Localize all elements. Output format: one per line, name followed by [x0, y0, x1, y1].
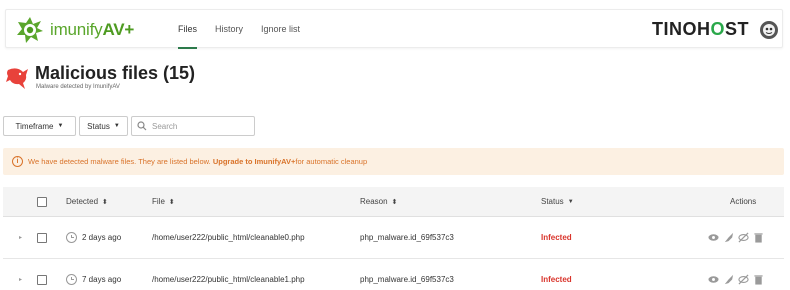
- main-nav: Files History Ignore list: [178, 10, 318, 49]
- reason: php_malware.id_69f537c3: [360, 233, 454, 242]
- caret-down-icon: ▼: [113, 123, 120, 129]
- clock-icon: [66, 232, 77, 243]
- status-label: Status: [87, 121, 110, 131]
- table-header: Detected ⬍ File ⬍ Reason ⬍ Status ▼ Actions: [3, 187, 784, 217]
- column-detected[interactable]: Detected ⬍: [66, 187, 108, 216]
- expand-row-icon[interactable]: ▸: [19, 234, 22, 241]
- imunify-logo-icon: [17, 17, 43, 43]
- expand-row-icon[interactable]: ▸: [19, 276, 22, 283]
- column-status[interactable]: Status ▼: [541, 187, 574, 216]
- column-file[interactable]: File ⬍: [152, 187, 175, 216]
- cleanup-icon[interactable]: [723, 274, 734, 285]
- user-avatar-icon[interactable]: [759, 20, 779, 40]
- reason: php_malware.id_69f537c3: [360, 275, 454, 284]
- tab-files[interactable]: Files: [178, 10, 198, 49]
- caret-down-icon: ▼: [57, 123, 64, 129]
- timeframe-label: Timeframe: [15, 121, 54, 131]
- page-title: Malicious files (15): [35, 63, 196, 83]
- sort-icon: ⬍: [168, 198, 175, 206]
- detected-time: 2 days ago: [82, 233, 122, 242]
- alert-suffix: for automatic cleanup: [295, 157, 368, 166]
- info-icon: i: [12, 156, 23, 167]
- clock-icon: [66, 274, 77, 285]
- tab-ignore-list[interactable]: Ignore list: [261, 10, 300, 49]
- column-reason[interactable]: Reason ⬍: [360, 187, 397, 216]
- status-badge: Infected: [541, 233, 572, 242]
- page-subtitle: Malware detected by ImunifyAV: [36, 84, 120, 90]
- sort-icon: ⬍: [391, 198, 398, 206]
- table-row[interactable]: ▸ 7 days ago /home/user222/public_html/c…: [3, 259, 784, 290]
- column-actions: Actions: [730, 197, 757, 206]
- ignore-icon[interactable]: [738, 274, 749, 285]
- row-checkbox[interactable]: [37, 232, 47, 243]
- search-icon: [137, 121, 147, 131]
- sort-icon: ⬍: [102, 198, 108, 206]
- delete-icon[interactable]: [753, 232, 764, 243]
- delete-icon[interactable]: [753, 274, 764, 285]
- search-field[interactable]: [131, 116, 255, 136]
- app-logo[interactable]: imunifyAV+: [16, 16, 134, 44]
- malicious-files-table: Detected ⬍ File ⬍ Reason ⬍ Status ▼ Actions …: [3, 187, 784, 290]
- malware-shark-icon: [6, 68, 28, 89]
- view-icon[interactable]: [708, 274, 719, 285]
- malware-alert-banner: i We have detected malware files. They a…: [3, 148, 784, 175]
- row-checkbox[interactable]: [37, 274, 47, 285]
- file-path: /home/user222/public_html/cleanable0.php: [152, 233, 305, 242]
- alert-text: We have detected malware files. They are…: [28, 157, 211, 166]
- file-path: /home/user222/public_html/cleanable1.php: [152, 275, 305, 284]
- cleanup-icon[interactable]: [723, 232, 734, 243]
- tab-history[interactable]: History: [215, 10, 243, 49]
- table-row[interactable]: ▸ 2 days ago /home/user222/public_html/c…: [3, 217, 784, 259]
- detected-time: 7 days ago: [82, 275, 122, 284]
- logo-text: imunifyAV+: [50, 20, 135, 39]
- caret-down-icon: ▼: [567, 198, 574, 205]
- status-dropdown[interactable]: Status ▼: [79, 116, 128, 136]
- timeframe-dropdown[interactable]: Timeframe ▼: [3, 116, 76, 136]
- search-input[interactable]: [152, 121, 252, 131]
- brand-logo: TINOHOST: [652, 19, 750, 39]
- ignore-icon[interactable]: [738, 232, 749, 243]
- status-badge: Infected: [541, 275, 572, 284]
- top-navbar: imunifyAV+ Files History Ignore list TIN…: [5, 9, 783, 49]
- view-icon[interactable]: [708, 232, 719, 243]
- select-all-checkbox[interactable]: [37, 196, 47, 207]
- upgrade-link[interactable]: Upgrade to ImunifyAV+: [213, 157, 296, 166]
